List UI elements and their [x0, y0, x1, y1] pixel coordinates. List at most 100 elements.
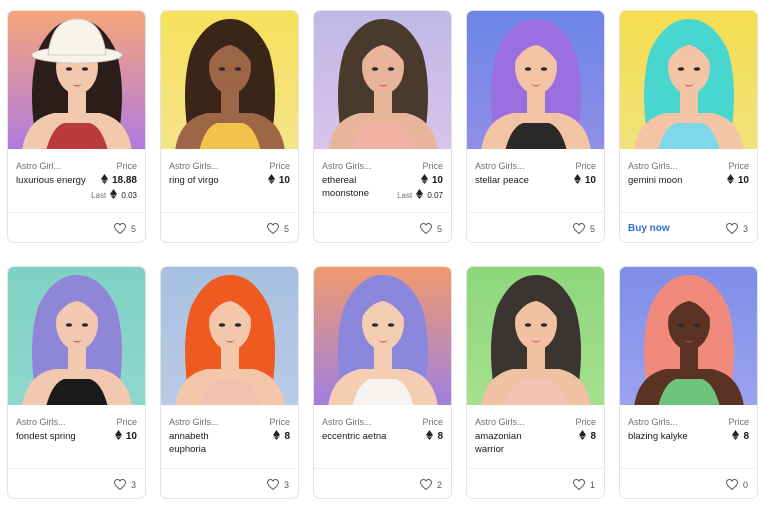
heart-icon[interactable]	[419, 479, 432, 490]
favorite-button[interactable]: 5	[572, 223, 595, 234]
collection-name[interactable]: Astro Girls...	[169, 161, 219, 171]
heart-icon[interactable]	[572, 223, 585, 234]
collection-name[interactable]: Astro Girl...	[16, 161, 61, 171]
price-label: Price	[575, 161, 596, 171]
nft-name[interactable]: ethereal moonstone	[322, 174, 396, 200]
price-value: 10	[114, 430, 137, 442]
ethereum-icon	[573, 174, 581, 185]
card-divider	[8, 212, 145, 213]
price-amount: 8	[284, 431, 290, 442]
ethereum-icon	[416, 189, 424, 200]
like-count: 5	[130, 223, 136, 234]
collection-name[interactable]: Astro Girls...	[322, 417, 372, 427]
ethereum-icon	[426, 430, 434, 441]
heart-icon[interactable]	[266, 479, 279, 490]
ethereum-icon	[726, 174, 734, 185]
heart-icon[interactable]	[113, 223, 126, 234]
last-sale-value: 0.07	[427, 191, 443, 200]
last-sale-label: Last	[91, 191, 107, 200]
favorite-button[interactable]: 3	[725, 223, 748, 234]
favorite-button[interactable]: 1	[572, 479, 595, 490]
card-divider	[314, 212, 451, 213]
card-divider	[314, 468, 451, 469]
price-amount: 10	[584, 175, 596, 186]
card-divider	[161, 212, 298, 213]
price-label: Price	[728, 417, 749, 427]
like-count: 3	[283, 479, 289, 490]
like-count: 3	[742, 223, 748, 234]
nft-name[interactable]: eccentric aetna	[322, 430, 396, 443]
price-label: Price	[269, 161, 290, 171]
nft-card[interactable]: Astro Girls... Price gemini moon 10 Buy now 3	[619, 10, 758, 243]
like-count: 0	[742, 479, 748, 490]
ethereum-icon	[273, 430, 281, 441]
nft-card[interactable]: Astro Girls... Price stellar peace 10 5	[466, 10, 605, 243]
collection-name[interactable]: Astro Girls...	[16, 417, 66, 427]
price-value: 8	[579, 430, 596, 442]
favorite-button[interactable]: 5	[113, 223, 136, 234]
favorite-button[interactable]: 3	[266, 479, 289, 490]
collection-name[interactable]: Astro Girls...	[169, 417, 219, 427]
price-value: 10	[267, 174, 290, 186]
price-label: Price	[116, 161, 137, 171]
nft-card[interactable]: Astro Girls... Price amazonian warrior 8 1	[466, 266, 605, 499]
nft-name[interactable]: luxurious energy	[16, 174, 90, 187]
ethereum-icon	[110, 189, 118, 200]
price-label: Price	[269, 417, 290, 427]
heart-icon[interactable]	[725, 223, 738, 234]
ethereum-icon	[732, 430, 740, 441]
heart-icon[interactable]	[266, 223, 279, 234]
nft-name[interactable]: annabeth euphoria	[169, 430, 243, 456]
price-amount: 10	[431, 175, 443, 186]
heart-icon[interactable]	[113, 479, 126, 490]
card-divider	[467, 212, 604, 213]
favorite-button[interactable]: 5	[266, 223, 289, 234]
buy-now-button[interactable]: Buy now	[628, 223, 670, 234]
collection-name[interactable]: Astro Girls...	[475, 161, 525, 171]
card-divider	[620, 468, 757, 469]
price-label: Price	[728, 161, 749, 171]
nft-card[interactable]: Astro Girls... Price ring of virgo 10 5	[160, 10, 299, 243]
heart-icon[interactable]	[725, 479, 738, 490]
card-divider	[467, 468, 604, 469]
ethereum-icon	[100, 174, 108, 185]
collection-name[interactable]: Astro Girls...	[628, 417, 678, 427]
nft-name[interactable]: ring of virgo	[169, 174, 243, 187]
price-amount: 10	[278, 175, 290, 186]
like-count: 1	[589, 479, 595, 490]
price-value: 10	[726, 174, 749, 186]
heart-icon[interactable]	[572, 479, 585, 490]
nft-card[interactable]: Astro Girls... Price ethereal moonstone 10 L…	[313, 10, 452, 243]
nft-name[interactable]: gemini moon	[628, 174, 702, 187]
card-divider	[620, 212, 757, 213]
collection-name[interactable]: Astro Girls...	[628, 161, 678, 171]
favorite-button[interactable]: 5	[419, 223, 442, 234]
price-value: 8	[732, 430, 749, 442]
price-amount: 10	[737, 175, 749, 186]
nft-name[interactable]: blazing kalyke	[628, 430, 702, 443]
nft-card[interactable]: Astro Girls... Price annabeth euphoria 8 3	[160, 266, 299, 499]
nft-name[interactable]: stellar peace	[475, 174, 549, 187]
ethereum-icon	[420, 174, 428, 185]
nft-name[interactable]: amazonian warrior	[475, 430, 549, 456]
nft-card[interactable]: Astro Girls... Price eccentric aetna 8 2	[313, 266, 452, 499]
nft-card[interactable]: Astro Girl... Price luxurious energy 18.88 L…	[7, 10, 146, 243]
last-sale-value: 0.03	[121, 191, 137, 200]
collection-name[interactable]: Astro Girls...	[322, 161, 372, 171]
ethereum-icon	[267, 174, 275, 185]
favorite-button[interactable]: 0	[725, 479, 748, 490]
nft-name[interactable]: fondest spring	[16, 430, 90, 443]
price-label: Price	[422, 417, 443, 427]
price-amount: 8	[590, 431, 596, 442]
nft-card[interactable]: Astro Girls... Price fondest spring 10 3	[7, 266, 146, 499]
price-label: Price	[422, 161, 443, 171]
heart-icon[interactable]	[419, 223, 432, 234]
collection-name[interactable]: Astro Girls...	[475, 417, 525, 427]
like-count: 3	[130, 479, 136, 490]
nft-card[interactable]: Astro Girls... Price blazing kalyke 8 0	[619, 266, 758, 499]
favorite-button[interactable]: 2	[419, 479, 442, 490]
price-value: 10	[573, 174, 596, 186]
favorite-button[interactable]: 3	[113, 479, 136, 490]
like-count: 5	[436, 223, 442, 234]
price-amount: 8	[437, 431, 443, 442]
